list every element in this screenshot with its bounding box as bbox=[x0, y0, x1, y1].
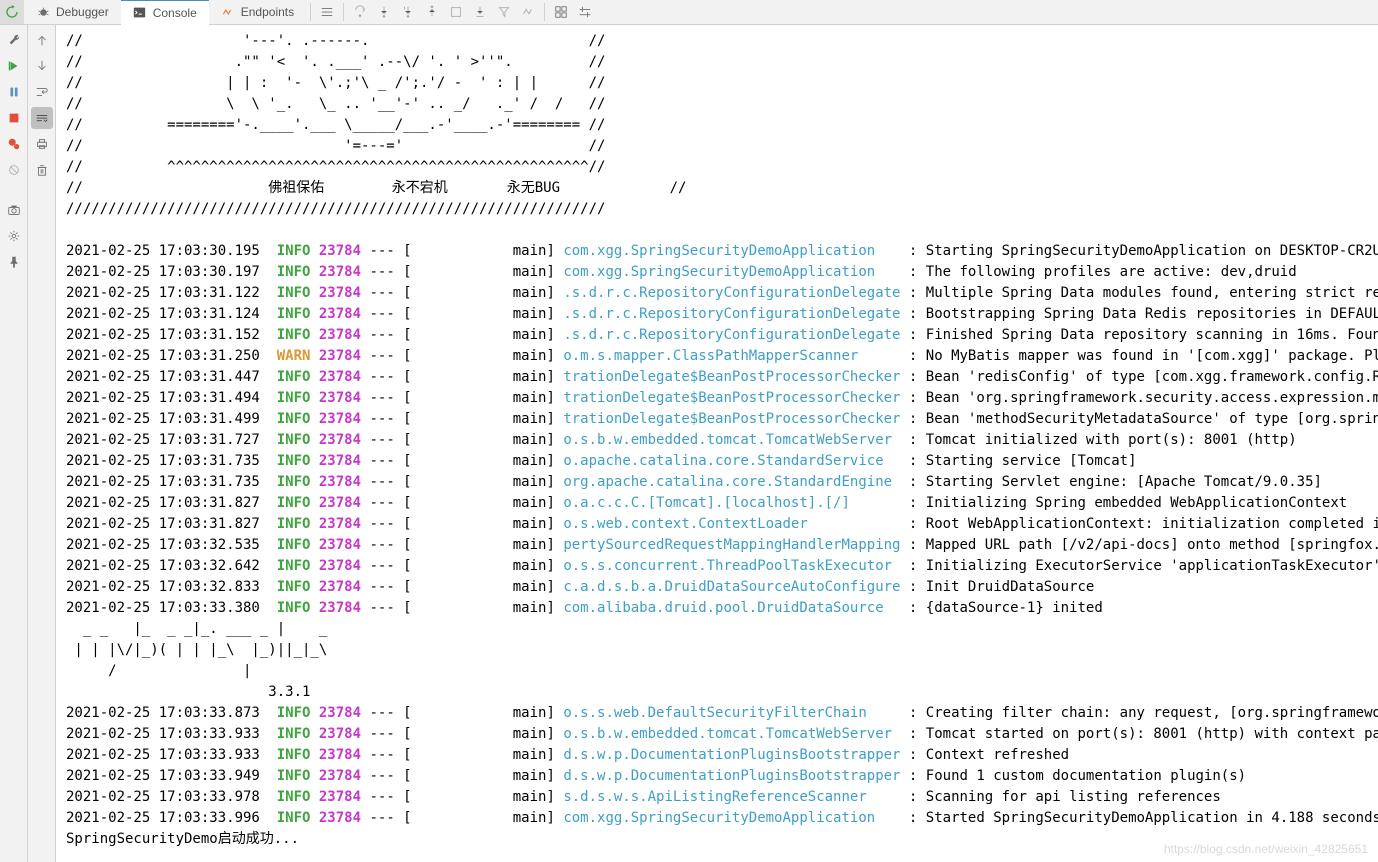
console-gutter bbox=[28, 25, 56, 862]
separator bbox=[343, 3, 344, 21]
endpoints-icon bbox=[221, 5, 235, 19]
print-button[interactable] bbox=[31, 133, 53, 155]
tab-endpoints[interactable]: Endpoints bbox=[209, 0, 306, 25]
evaluate-button[interactable] bbox=[492, 0, 516, 24]
settings-button[interactable] bbox=[573, 0, 597, 24]
separator bbox=[310, 3, 311, 21]
scroll-up-button[interactable] bbox=[31, 29, 53, 51]
separator bbox=[544, 3, 545, 21]
tab-label: Debugger bbox=[56, 5, 109, 19]
rerun-button[interactable] bbox=[0, 0, 24, 24]
step-into-button[interactable] bbox=[372, 0, 396, 24]
tools-button[interactable] bbox=[3, 29, 25, 51]
clear-button[interactable] bbox=[31, 159, 53, 181]
tab-console[interactable]: Console bbox=[121, 0, 209, 25]
breakpoints-button[interactable] bbox=[3, 133, 25, 155]
terminal-icon bbox=[133, 6, 147, 20]
tab-label: Console bbox=[153, 6, 197, 20]
scroll-down-button[interactable] bbox=[31, 55, 53, 77]
grid-button[interactable] bbox=[549, 0, 573, 24]
mute-breakpoints-button[interactable] bbox=[3, 159, 25, 181]
console-output[interactable]: // '---'. .------. // // ."" '< '. .___'… bbox=[56, 25, 1378, 862]
main-area: // '---'. .------. // // ."" '< '. .___'… bbox=[0, 25, 1378, 862]
left-sidebar bbox=[0, 25, 28, 862]
step-over-button[interactable] bbox=[348, 0, 372, 24]
toolbar: Debugger Console Endpoints bbox=[0, 0, 1378, 25]
trace-button[interactable] bbox=[516, 0, 540, 24]
run-to-cursor-button[interactable] bbox=[468, 0, 492, 24]
watermark: https://blog.csdn.net/weixin_42825651 bbox=[1164, 842, 1368, 856]
layout-button[interactable] bbox=[315, 0, 339, 24]
pause-button[interactable] bbox=[3, 81, 25, 103]
force-step-into-button[interactable] bbox=[396, 0, 420, 24]
camera-button[interactable] bbox=[3, 199, 25, 221]
drop-frame-button[interactable] bbox=[444, 0, 468, 24]
scroll-to-end-button[interactable] bbox=[31, 107, 53, 129]
pin-button[interactable] bbox=[3, 251, 25, 273]
tab-label: Endpoints bbox=[241, 5, 294, 19]
tab-debugger[interactable]: Debugger bbox=[24, 0, 121, 25]
stop-button[interactable] bbox=[3, 107, 25, 129]
step-out-button[interactable] bbox=[420, 0, 444, 24]
soft-wrap-button[interactable] bbox=[31, 81, 53, 103]
resume-button[interactable] bbox=[3, 55, 25, 77]
bug-icon bbox=[36, 5, 50, 19]
gear-button[interactable] bbox=[3, 225, 25, 247]
